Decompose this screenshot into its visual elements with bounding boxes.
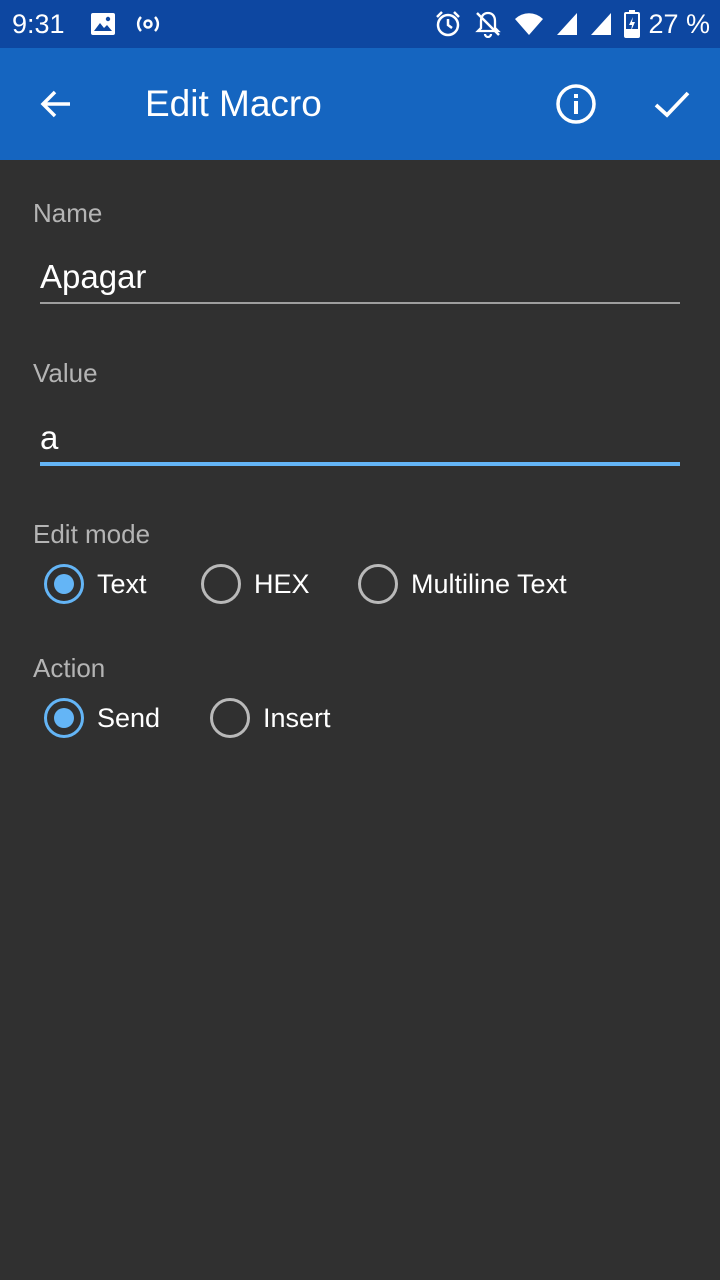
check-icon	[654, 91, 690, 118]
edit-mode-hex-radio[interactable]: HEX	[201, 564, 310, 604]
edit-mode-text-radio[interactable]: Text	[44, 564, 147, 604]
signal-icon	[591, 13, 612, 35]
name-input-underline	[40, 302, 680, 304]
edit-mode-multiline-radio[interactable]: Multiline Text	[358, 564, 567, 604]
app-bar: Edit Macro	[0, 48, 720, 160]
image-icon	[91, 13, 115, 35]
battery-percent: 27 %	[648, 9, 710, 39]
edit-macro-form: Name Apagar Value a Edit mode Text HEX M…	[0, 160, 720, 1280]
radio-checked-icon	[44, 698, 84, 738]
name-input[interactable]: Apagar	[40, 253, 680, 301]
wifi-icon	[515, 13, 544, 35]
radio-broadcast-icon	[136, 16, 160, 32]
radio-label: HEX	[254, 569, 310, 599]
action-insert-radio[interactable]: Insert	[210, 698, 331, 738]
save-button[interactable]	[640, 72, 704, 136]
signal-icon	[557, 13, 578, 35]
battery-charging-icon	[624, 10, 641, 38]
radio-checked-icon	[44, 564, 84, 604]
radio-unchecked-icon	[201, 564, 241, 604]
info-button[interactable]	[544, 72, 608, 136]
value-label: Value	[33, 358, 98, 388]
action-send-radio[interactable]: Send	[44, 698, 160, 738]
page-title: Edit Macro	[145, 83, 322, 124]
radio-unchecked-icon	[358, 564, 398, 604]
info-icon	[556, 84, 596, 124]
name-label: Name	[33, 198, 103, 228]
alarm-icon	[436, 11, 461, 37]
edit-mode-label: Edit mode	[33, 519, 151, 549]
notifications-off-icon	[475, 11, 502, 38]
radio-label: Send	[97, 703, 161, 733]
status-notification-icons	[90, 10, 180, 38]
value-input-underline	[40, 462, 680, 466]
radio-label: Multiline Text	[411, 569, 567, 599]
radio-label: Text	[97, 569, 147, 599]
action-label: Action	[33, 653, 106, 683]
back-arrow-icon	[40, 90, 70, 118]
back-button[interactable]	[24, 72, 88, 136]
status-bar: 9:31 27 %	[0, 0, 720, 48]
status-time: 9:31	[12, 9, 65, 39]
radio-unchecked-icon	[210, 698, 250, 738]
value-input[interactable]: a	[40, 414, 680, 462]
status-system-icons: 27 %	[422, 8, 710, 40]
radio-label: Insert	[263, 703, 331, 733]
